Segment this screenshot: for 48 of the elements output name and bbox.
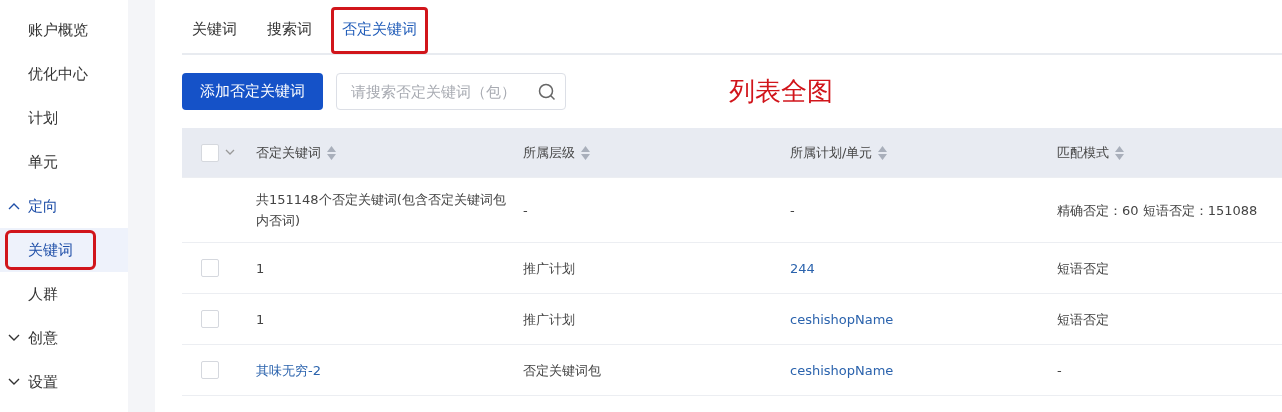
table-cell: 否定关键词包 bbox=[523, 362, 601, 378]
chevron-down-icon bbox=[8, 378, 20, 386]
column-header[interactable]: 所属计划/单元 bbox=[790, 143, 888, 163]
table-link[interactable]: ceshishopName bbox=[790, 362, 894, 378]
table-cell: - bbox=[790, 202, 795, 218]
sidebar-item[interactable]: 单元 bbox=[0, 140, 128, 184]
table-cell: - bbox=[1057, 362, 1062, 378]
sort-icon[interactable] bbox=[327, 145, 336, 160]
table-cell: 推广计划 bbox=[523, 311, 575, 327]
tab[interactable]: 关键词 bbox=[182, 8, 247, 53]
table-link[interactable]: ceshishopName bbox=[790, 311, 894, 327]
tab[interactable]: 搜索词 bbox=[257, 8, 322, 53]
add-button[interactable]: 添加否定关键词 bbox=[182, 73, 323, 110]
sidebar-item[interactable]: 人群 bbox=[0, 272, 128, 316]
chevron-down-icon bbox=[8, 334, 20, 342]
checkbox[interactable] bbox=[201, 361, 219, 379]
column-header[interactable]: 所属层级 bbox=[523, 143, 590, 163]
table-cell: 1 bbox=[256, 311, 265, 327]
column-header[interactable]: 否定关键词 bbox=[256, 143, 336, 163]
sort-icon[interactable] bbox=[878, 145, 888, 160]
chevron-down-icon[interactable] bbox=[225, 149, 235, 156]
table-cell: 精确否定：60 短语否定：151088 bbox=[1057, 202, 1258, 218]
sidebar-item[interactable]: 计划 bbox=[0, 96, 128, 140]
column-header[interactable]: 匹配模式 bbox=[1057, 143, 1124, 163]
table-cell: 共151148个否定关键词(包含否定关键词包内否词) bbox=[256, 192, 506, 228]
annotation-text: 列表全图 bbox=[729, 75, 833, 108]
table-cell: 短语否定 bbox=[1057, 260, 1109, 276]
sidebar-item[interactable]: 关键词 bbox=[0, 228, 128, 272]
sort-icon[interactable] bbox=[1115, 145, 1124, 160]
table-cell: 推广计划 bbox=[523, 260, 575, 276]
tab[interactable]: 否定关键词 bbox=[332, 8, 427, 53]
sidebar-item[interactable]: 账户概览 bbox=[0, 8, 128, 52]
search-field[interactable]: 请搜索否定关键词（包） bbox=[336, 73, 566, 110]
sidebar-group[interactable]: 创意 bbox=[0, 316, 128, 360]
sidebar-group[interactable]: 设置 bbox=[0, 360, 128, 404]
sort-icon[interactable] bbox=[581, 145, 590, 160]
sidebar-item[interactable]: 优化中心 bbox=[0, 52, 128, 96]
checkbox[interactable] bbox=[201, 259, 219, 277]
checkbox[interactable] bbox=[201, 143, 219, 162]
table-cell: 1 bbox=[256, 260, 265, 276]
table-cell: - bbox=[523, 202, 528, 218]
table-link[interactable]: 244 bbox=[790, 260, 815, 276]
sidebar-group[interactable]: 定向 bbox=[0, 184, 128, 228]
table-cell: 短语否定 bbox=[1057, 311, 1109, 327]
table-link[interactable]: 其味无穷-2 bbox=[256, 362, 321, 378]
checkbox[interactable] bbox=[201, 310, 219, 328]
search-icon[interactable] bbox=[538, 83, 556, 101]
chevron-up-icon bbox=[8, 202, 20, 210]
